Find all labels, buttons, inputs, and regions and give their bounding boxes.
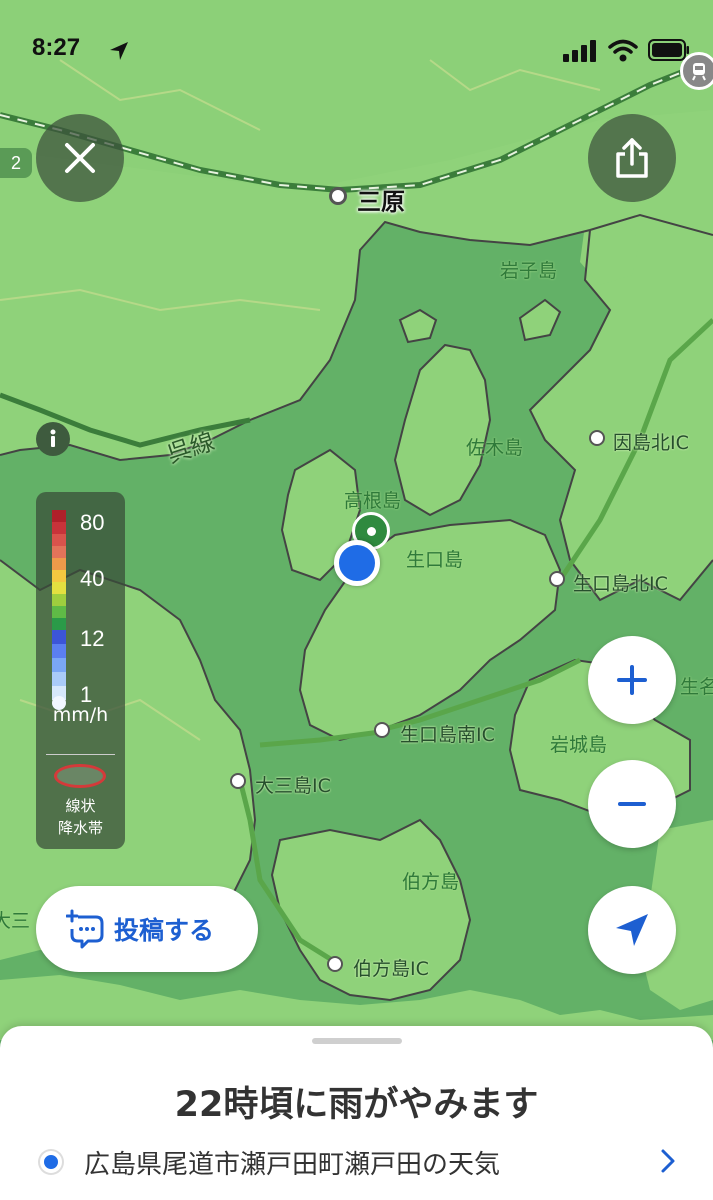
- wifi-icon: [608, 39, 638, 62]
- location-weather-label: 広島県尾道市瀬戸田町瀬戸田の天気: [84, 1149, 501, 1180]
- linear-band-icon: [54, 764, 106, 788]
- linear-band-label-1: 線状: [65, 797, 96, 815]
- close-icon: [65, 143, 95, 173]
- status-bar: 8:27: [0, 0, 713, 100]
- rain-forecast-headline: 22時頃に雨がやみます: [174, 1085, 539, 1125]
- minus-icon: [618, 802, 646, 806]
- bottom-sheet[interactable]: 22時頃に雨がやみます 広島県尾道市瀬戸田町瀬戸田の天気: [0, 1026, 713, 1200]
- ic-marker: [589, 430, 605, 446]
- island-label-sakishima: 佐木島: [466, 437, 524, 459]
- signal-icon: [563, 40, 596, 62]
- post-comment-icon: [66, 909, 104, 949]
- location-weather-link[interactable]: 広島県尾道市瀬戸田町瀬戸田の天気: [40, 1142, 680, 1182]
- route-shield-number: 2: [10, 152, 21, 173]
- legend-color-scale: [52, 510, 66, 710]
- info-icon[interactable]: [36, 422, 70, 456]
- island-label-iwashijima: 岩子島: [500, 260, 558, 282]
- post-button[interactable]: 投稿する: [36, 886, 258, 972]
- share-button[interactable]: [588, 114, 676, 202]
- legend-unit: mm/h: [52, 704, 109, 726]
- location-dot-icon: [40, 1151, 62, 1173]
- ic-marker: [327, 956, 343, 972]
- zoom-out-button[interactable]: [588, 760, 676, 848]
- status-time: 8:27: [32, 34, 81, 61]
- legend-value-80: 80: [80, 510, 105, 535]
- close-button[interactable]: [36, 114, 124, 202]
- legend-value-12: 12: [80, 626, 105, 651]
- route-shield: 2: [0, 148, 32, 178]
- island-label-kouneshima: 高根島: [344, 490, 402, 512]
- island-label-ikuchijima: 生口島: [406, 549, 464, 571]
- post-button-label: 投稿する: [114, 916, 215, 945]
- ic-label-ikuchijima-minami: 生口島南IC: [400, 724, 495, 746]
- edge-label-left: 大三: [0, 910, 31, 932]
- ic-label-omishima: 大三島IC: [255, 775, 331, 797]
- ic-marker: [549, 571, 565, 587]
- share-icon: [616, 138, 648, 178]
- legend-value-40: 40: [80, 566, 105, 591]
- legend-divider: [46, 754, 115, 755]
- sheet-drag-handle[interactable]: [312, 1038, 402, 1044]
- linear-band-label-2: 降水帯: [57, 819, 103, 837]
- navigation-arrow-icon: [616, 914, 648, 946]
- station-marker-mihara: [329, 187, 347, 205]
- island-label-iwagijima: 岩城島: [550, 734, 608, 756]
- island-label-hakatajima: 伯方島: [402, 871, 460, 893]
- chevron-right-icon: [661, 1149, 675, 1173]
- plus-icon: [617, 665, 647, 695]
- ic-label-innoshima-kita: 因島北IC: [613, 432, 689, 454]
- location-arrow-icon: [110, 42, 128, 60]
- ic-marker: [374, 722, 390, 738]
- ic-label-ikuchijima-kita: 生口島北IC: [573, 573, 668, 595]
- ic-marker: [230, 773, 246, 789]
- precipitation-legend: 80 40 12 1 mm/h 線状 降水帯: [36, 492, 125, 849]
- current-location-button[interactable]: [588, 886, 676, 974]
- current-location-marker: [334, 540, 380, 586]
- ic-label-hakatajima: 伯方島IC: [353, 958, 429, 980]
- edge-label-right: 生名: [680, 676, 713, 698]
- city-label-mihara[interactable]: 三原: [357, 182, 405, 217]
- battery-icon: [648, 39, 689, 61]
- zoom-in-button[interactable]: [588, 636, 676, 724]
